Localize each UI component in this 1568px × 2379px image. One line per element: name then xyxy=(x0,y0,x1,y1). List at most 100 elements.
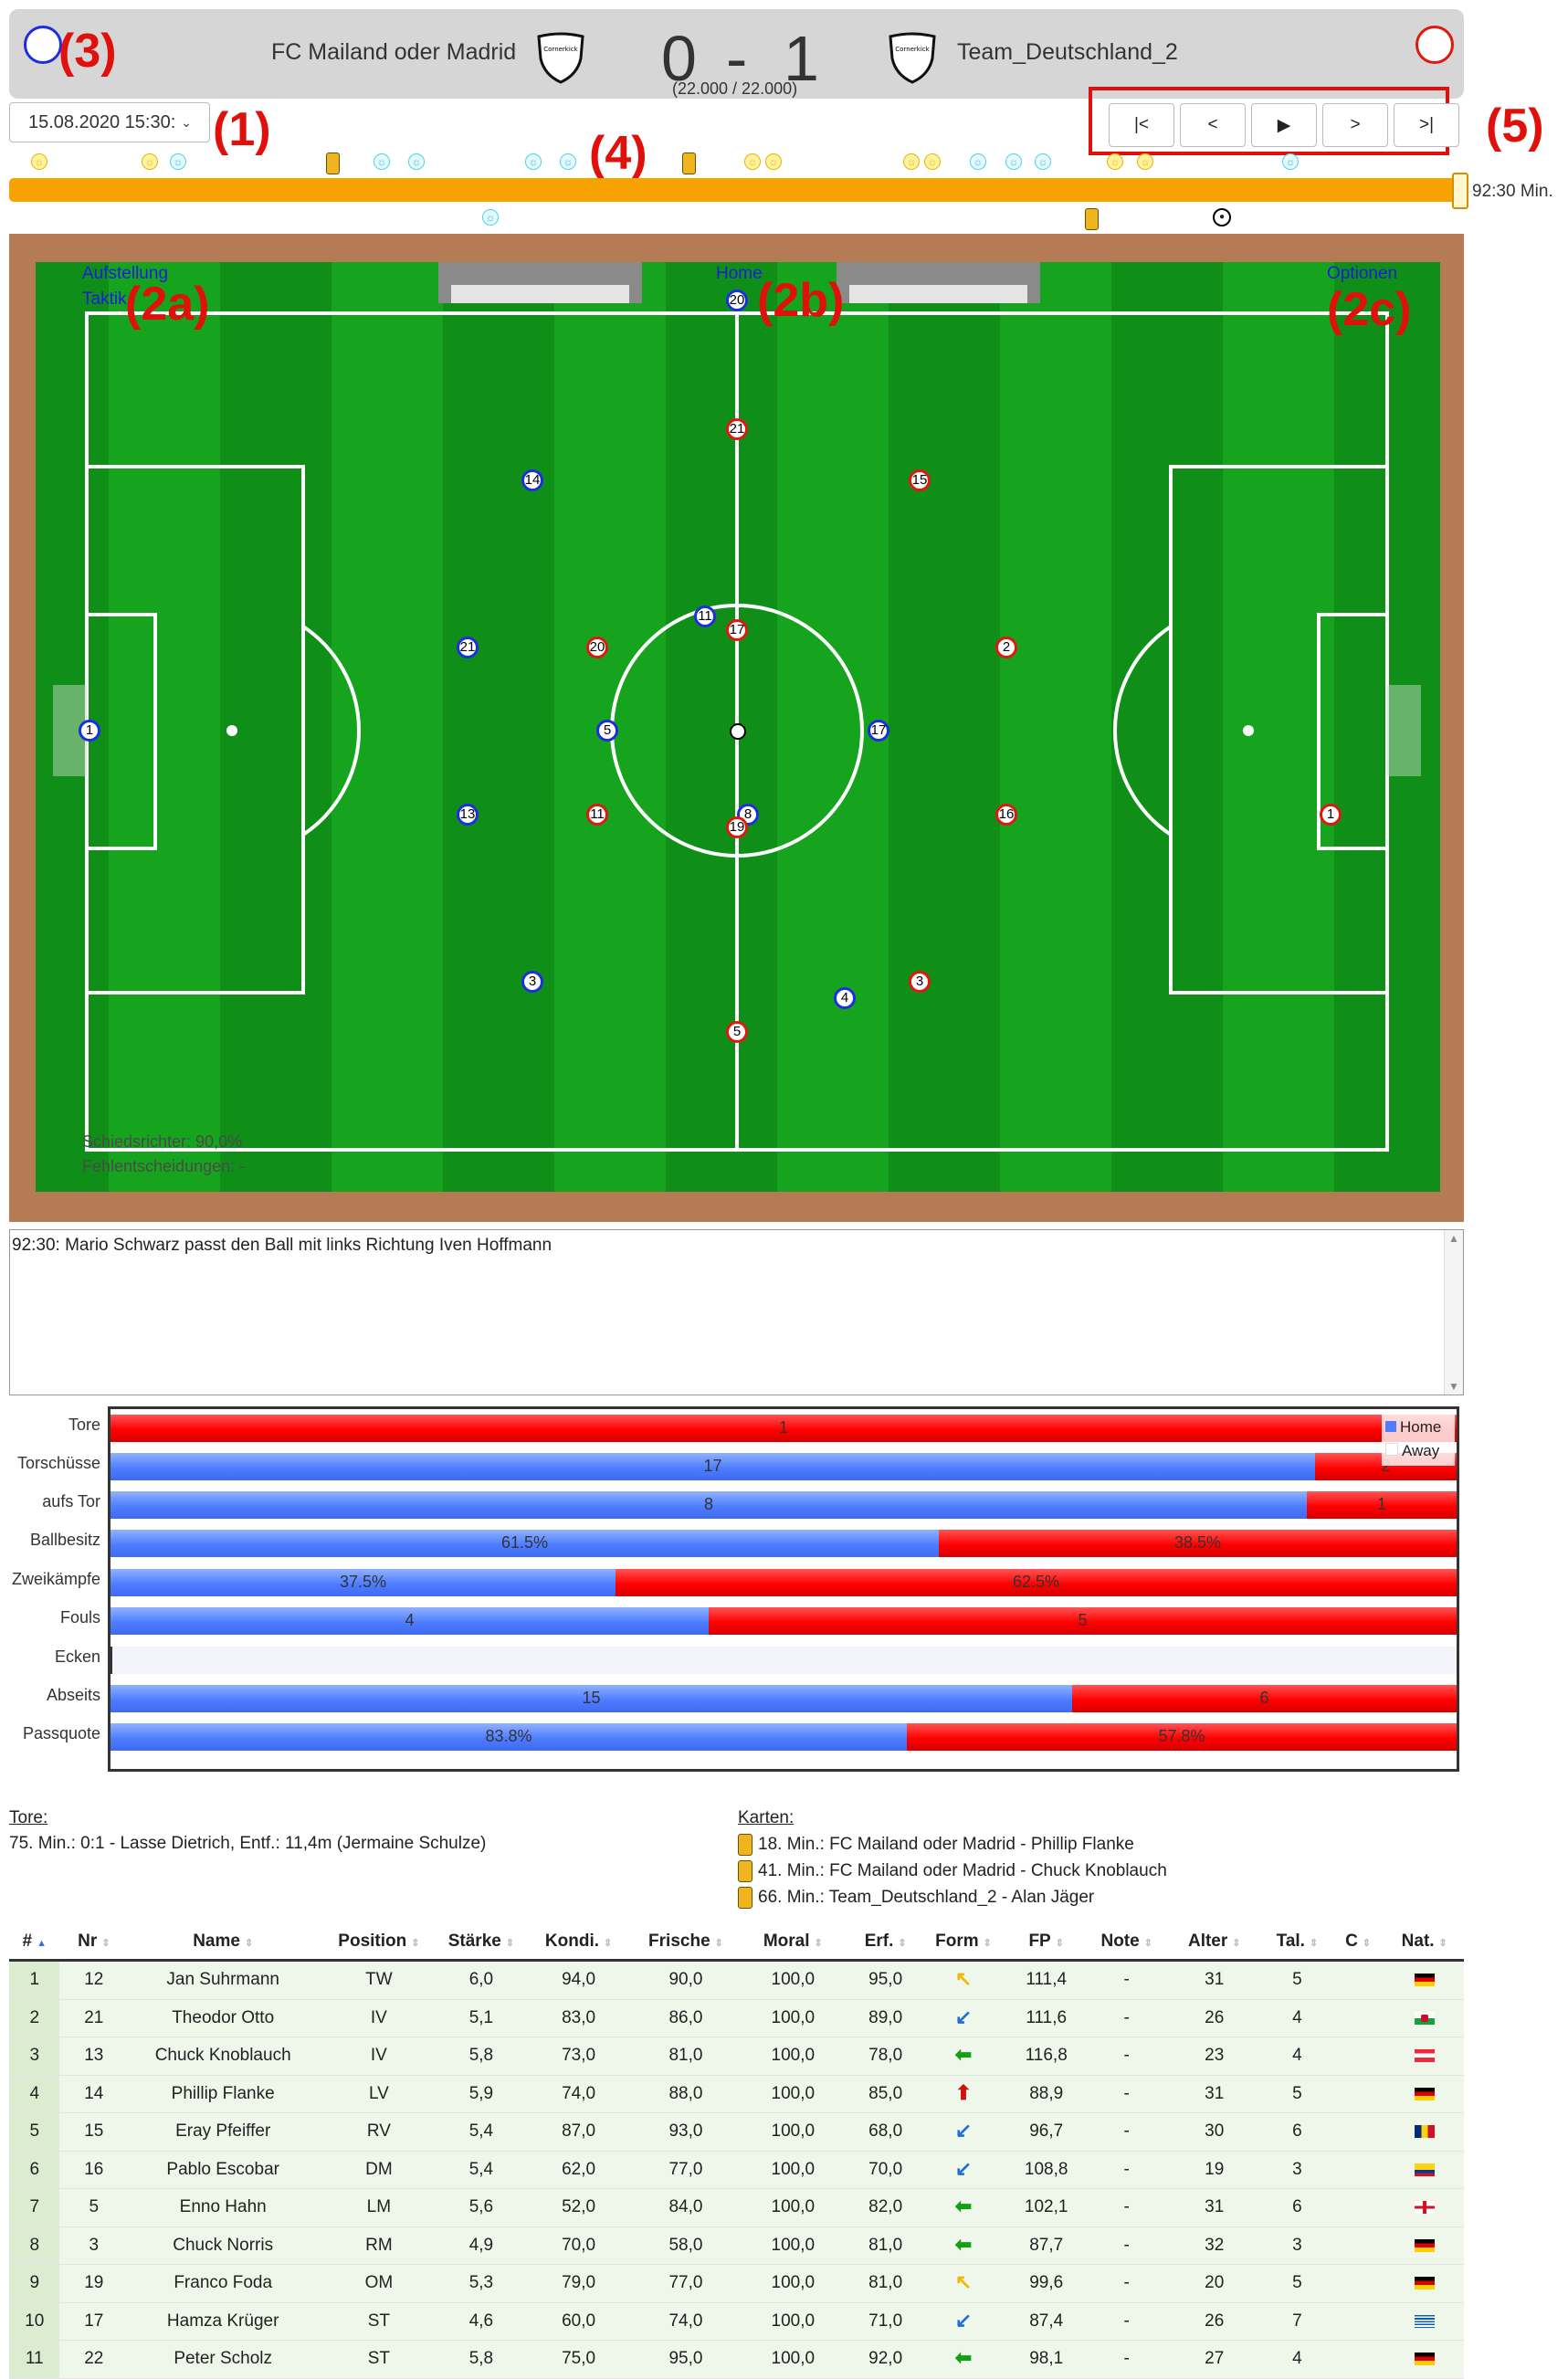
away-player[interactable]: 17 xyxy=(726,619,748,641)
home-player[interactable]: 5 xyxy=(596,720,618,742)
column-header[interactable]: Erf. ⇕ xyxy=(848,1924,922,1962)
sort-icon[interactable]: ⇕ xyxy=(604,1938,612,1949)
last-button[interactable]: >| xyxy=(1394,103,1459,147)
column-header[interactable]: Name ⇕ xyxy=(128,1924,319,1962)
home-player[interactable]: 3 xyxy=(521,971,543,993)
away-player[interactable]: 1 xyxy=(1320,804,1342,826)
away-chance-icon[interactable]: ☼ xyxy=(374,153,390,170)
yellow-card-icon[interactable] xyxy=(682,153,696,174)
sort-icon[interactable]: ⇕ xyxy=(101,1938,110,1949)
home-team-name[interactable]: FC Mailand oder Madrid xyxy=(271,39,516,66)
first-button[interactable]: |< xyxy=(1109,103,1174,147)
home-player[interactable]: 11 xyxy=(694,605,716,627)
column-header[interactable]: Position ⇕ xyxy=(318,1924,440,1962)
away-chance-icon[interactable]: ☼ xyxy=(482,209,499,226)
table-row[interactable]: 10 17 Hamza Krüger ST 4,6 60,0 74,0 100,0 71,0 ↙ 8… xyxy=(9,2302,1464,2341)
sort-icon[interactable]: ⇕ xyxy=(815,1938,823,1949)
sort-icon[interactable]: ⇕ xyxy=(1310,1938,1318,1949)
home-chance-icon[interactable]: ☼ xyxy=(903,153,920,170)
column-header[interactable]: Moral ⇕ xyxy=(736,1924,849,1962)
away-player[interactable]: 21 xyxy=(726,418,748,440)
home-player[interactable]: 13 xyxy=(457,804,479,826)
home-chance-icon[interactable]: ☼ xyxy=(1107,153,1123,170)
commentary-scrollbar[interactable]: ▲ ▼ xyxy=(1444,1230,1463,1395)
column-header[interactable]: Form ⇕ xyxy=(921,1924,1005,1962)
home-chance-icon[interactable]: ☼ xyxy=(924,153,941,170)
sort-icon[interactable]: ▲ xyxy=(37,1938,47,1949)
table-row[interactable]: 3 13 Chuck Knoblauch IV 5,8 73,0 81,0 100,0 78,0… xyxy=(9,2037,1464,2076)
table-row[interactable]: 7 5 Enno Hahn LM 5,6 52,0 84,0 100,0 82,0 ⬅ 102,1-… xyxy=(9,2188,1464,2227)
next-button[interactable]: > xyxy=(1322,103,1388,147)
timeline-slider-handle[interactable] xyxy=(1452,173,1468,209)
away-player[interactable]: 20 xyxy=(586,637,608,658)
sort-icon[interactable]: ⇕ xyxy=(715,1938,723,1949)
column-header[interactable]: # ▲ xyxy=(9,1924,60,1962)
yellow-card-icon[interactable] xyxy=(326,153,340,174)
column-header[interactable]: FP ⇕ xyxy=(1005,1924,1089,1962)
timeline-bar[interactable] xyxy=(9,178,1461,202)
away-player[interactable]: 20 xyxy=(726,289,748,311)
away-chance-icon[interactable]: ☼ xyxy=(1282,153,1299,170)
column-header[interactable]: Stärke ⇕ xyxy=(439,1924,523,1962)
home-chance-icon[interactable]: ☼ xyxy=(765,153,782,170)
column-header[interactable]: Tal. ⇕ xyxy=(1263,1924,1331,1962)
away-player[interactable]: 11 xyxy=(586,804,608,826)
home-player[interactable]: 21 xyxy=(457,637,479,658)
table-row[interactable]: 8 3 Chuck Norris RM 4,9 70,0 58,0 100,0 81,0 ⬅ 87,… xyxy=(9,2226,1464,2265)
sort-icon[interactable]: ⇕ xyxy=(506,1938,514,1949)
column-header[interactable]: Nr ⇕ xyxy=(59,1924,129,1962)
sort-icon[interactable]: ⇕ xyxy=(411,1938,419,1949)
table-row[interactable]: 4 14 Phillip Flanke LV 5,9 74,0 88,0 100,0 85,0 ⬆… xyxy=(9,2075,1464,2113)
away-player[interactable]: 5 xyxy=(726,1021,748,1043)
home-player[interactable]: 17 xyxy=(868,720,889,742)
table-row[interactable]: 5 15 Eray Pfeiffer RV 5,4 87,0 93,0 100,0 68,0 ↙ 9… xyxy=(9,2112,1464,2152)
previous-button[interactable]: < xyxy=(1180,103,1246,147)
sort-icon[interactable]: ⇕ xyxy=(1144,1938,1152,1949)
away-team-name[interactable]: Team_Deutschland_2 xyxy=(957,39,1178,66)
sort-icon[interactable]: ⇕ xyxy=(1056,1938,1064,1949)
column-header[interactable]: Nat. ⇕ xyxy=(1384,1924,1464,1962)
sort-icon[interactable]: ⇕ xyxy=(1363,1938,1371,1949)
home-player[interactable]: 14 xyxy=(521,469,543,491)
column-header[interactable]: Kondi. ⇕ xyxy=(522,1924,635,1962)
column-header[interactable]: Note ⇕ xyxy=(1088,1924,1166,1962)
table-row[interactable]: 6 16 Pablo Escobar DM 5,4 62,0 77,0 100,0 70,0 ↙ 1… xyxy=(9,2151,1464,2189)
home-chance-icon[interactable]: ☼ xyxy=(744,153,761,170)
table-row[interactable]: 1 12 Jan Suhrmann TW 6,0 94,0 90,0 100,0 95,0 ↖ 11… xyxy=(9,1960,1464,2000)
sort-icon[interactable]: ⇕ xyxy=(898,1938,906,1949)
options-link[interactable]: Optionen xyxy=(1327,264,1397,284)
home-player[interactable]: 1 xyxy=(79,720,100,742)
play-button[interactable]: ▶ xyxy=(1251,103,1317,147)
away-player[interactable]: 3 xyxy=(909,971,931,993)
away-player[interactable]: 19 xyxy=(726,816,748,838)
commentary-box[interactable]: 92:30: Mario Schwarz passt den Ball mit … xyxy=(9,1229,1464,1395)
column-header[interactable]: Frische ⇕ xyxy=(634,1924,737,1962)
column-header[interactable]: Alter ⇕ xyxy=(1165,1924,1264,1962)
away-chance-icon[interactable]: ☼ xyxy=(970,153,986,170)
away-chance-icon[interactable]: ☼ xyxy=(170,153,186,170)
home-player[interactable]: 4 xyxy=(834,987,856,1009)
table-row[interactable]: 9 19 Franco Foda OM 5,3 79,0 77,0 100,0 81,0 ↖ 99,… xyxy=(9,2264,1464,2303)
away-chance-icon[interactable]: ☼ xyxy=(1005,153,1022,170)
goal-ball-icon[interactable]: ● xyxy=(1213,208,1231,226)
away-player[interactable]: 15 xyxy=(909,469,931,491)
away-player[interactable]: 2 xyxy=(995,637,1017,658)
home-link[interactable]: Home xyxy=(716,264,763,284)
column-header[interactable]: C ⇕ xyxy=(1331,1924,1385,1962)
match-date-select[interactable]: 15.08.2020 15:30: ⌄ xyxy=(9,102,210,142)
away-player[interactable]: 16 xyxy=(995,804,1017,826)
away-chance-icon[interactable]: ☼ xyxy=(1035,153,1051,170)
sort-icon[interactable]: ⇕ xyxy=(1439,1938,1447,1949)
table-row[interactable]: 2 21 Theodor Otto IV 5,1 83,0 86,0 100,0 89,0 ↙ 11… xyxy=(9,1999,1464,2037)
tactic-link[interactable]: Taktik xyxy=(82,289,127,310)
home-chance-icon[interactable]: ☼ xyxy=(1137,153,1153,170)
away-chance-icon[interactable]: ☼ xyxy=(525,153,542,170)
away-chance-icon[interactable]: ☼ xyxy=(408,153,425,170)
away-chance-icon[interactable]: ☼ xyxy=(560,153,576,170)
home-chance-icon[interactable]: ☼ xyxy=(142,153,158,170)
table-row[interactable]: 11 22 Peter Scholz ST 5,8 75,0 95,0 100,0 92,0 ⬅ 9… xyxy=(9,2340,1464,2379)
home-chance-icon[interactable]: ☼ xyxy=(31,153,47,170)
sort-icon[interactable]: ⇕ xyxy=(984,1938,992,1949)
sort-icon[interactable]: ⇕ xyxy=(1232,1938,1240,1949)
yellow-card-icon[interactable] xyxy=(1085,208,1099,230)
